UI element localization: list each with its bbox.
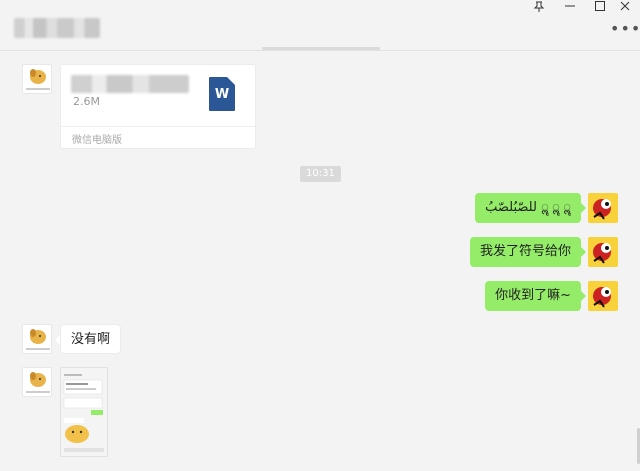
image-message-thumbnail[interactable] (60, 367, 108, 457)
avatar[interactable] (588, 193, 618, 223)
chat-title-blurred (14, 18, 100, 38)
message-bubble-self[interactable]: للصّبُلصّبُ ॣ ॣ ॣ (475, 193, 586, 223)
message-timestamp: 10:31 (300, 166, 341, 182)
file-source-label: 微信电脑版 (72, 135, 122, 146)
minimize-icon[interactable] (555, 0, 585, 16)
avatar[interactable] (22, 64, 52, 94)
message-bubble-self[interactable]: 你收到了嘛~ (485, 281, 586, 311)
message-bubble-self[interactable]: 我发了符号给你 (469, 237, 587, 267)
chat-title-bar: ••• (0, 0, 640, 51)
message-bubble-other[interactable]: 没有啊 (54, 324, 122, 354)
file-message-card[interactable]: 2.6M W 微信电脑版 (60, 64, 256, 149)
avatar[interactable] (22, 324, 52, 354)
load-more-indicator (262, 47, 380, 50)
divider (61, 126, 255, 127)
close-icon[interactable] (610, 0, 640, 16)
word-file-icon: W (209, 77, 235, 111)
file-size: 2.6M (73, 95, 100, 108)
more-icon[interactable]: ••• (610, 21, 640, 37)
avatar[interactable] (22, 367, 52, 397)
word-file-letter: W (214, 87, 230, 102)
avatar[interactable] (588, 237, 618, 267)
avatar[interactable] (588, 281, 618, 311)
pin-icon[interactable] (524, 0, 554, 16)
file-name-blurred (71, 75, 189, 93)
